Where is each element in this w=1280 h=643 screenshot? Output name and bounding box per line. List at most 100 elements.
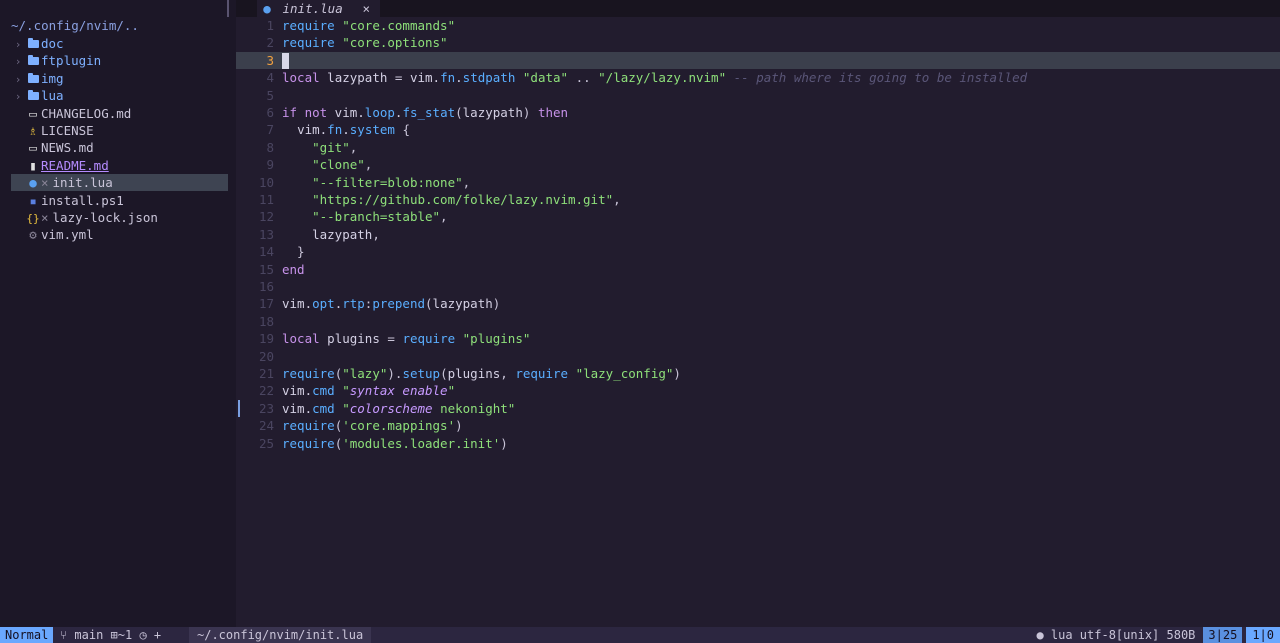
filetype-encoding: ● lua utf-8[unix] 580B — [1036, 628, 1196, 642]
line-number: 17 — [258, 296, 274, 312]
tab-close-button[interactable]: × — [362, 0, 370, 17]
code-line[interactable]: 14 } — [236, 243, 1280, 260]
line-number: 15 — [258, 261, 274, 277]
tree-item-label: NEWS.md — [41, 140, 94, 156]
code-line[interactable]: 7 vim.fn.system { — [236, 121, 1280, 138]
tree-item-init-lua[interactable]: ● × init.lua — [11, 174, 228, 192]
readme-icon: ▮ — [29, 157, 37, 173]
code-line[interactable]: 25 require('modules.loader.init') — [236, 435, 1280, 452]
line-number: 11 — [258, 192, 274, 207]
tree-item-label: doc — [41, 36, 64, 51]
code-line[interactable]: 2 require "core.options" — [236, 34, 1280, 51]
tree-item-changelog-md[interactable]: ▭ CHANGELOG.md — [11, 105, 228, 122]
file-path: ~/.config/nvim/init.lua — [189, 627, 372, 643]
explorer-root-path[interactable]: ~/.config/nvim/.. — [11, 17, 139, 34]
lua-icon: ● — [29, 175, 37, 191]
tree-item-label: LICENSE — [41, 123, 94, 138]
code-text: "--filter=blob:none", — [312, 174, 471, 190]
tab-label: init.lua — [282, 1, 343, 16]
chevron-right-icon: › — [14, 38, 22, 51]
line-number: 16 — [258, 279, 274, 294]
folder-shape — [27, 72, 39, 83]
code-text: if not vim.loop.fs_stat(lazypath) then — [282, 105, 569, 120]
code-line[interactable]: 6 if not vim.loop.fs_stat(lazypath) then — [236, 104, 1280, 121]
tree-item-news-md[interactable]: ▭ NEWS.md — [11, 139, 228, 156]
line-number: 8 — [266, 139, 274, 155]
code-text: vim.cmd "colorscheme nekonight" — [282, 400, 516, 416]
tree-item-install-ps1[interactable]: ▪ install.ps1 — [11, 192, 228, 209]
code-text: "https://github.com/folke/lazy.nvim.git"… — [312, 192, 621, 207]
powershell-icon: ▪ — [29, 192, 37, 208]
tree-item-ftplugin[interactable]: › ftplugin — [11, 52, 228, 69]
code-text: require "core.commands" — [282, 18, 456, 33]
folder-icon — [25, 87, 41, 104]
folder-shape — [27, 55, 39, 66]
json-icon: {} — [26, 212, 40, 225]
code-text: local plugins = require "plugins" — [282, 331, 531, 347]
code-line[interactable]: 12 "--branch=stable", — [236, 208, 1280, 225]
code-line[interactable]: 11 "https://github.com/folke/lazy.nvim.g… — [236, 191, 1280, 208]
folder-icon — [25, 70, 41, 87]
code-line[interactable]: 13 lazypath, — [236, 226, 1280, 243]
tree-item-label: vim.yml — [41, 227, 94, 243]
markdown-icon: ▭ — [29, 105, 37, 121]
tree-item-lua[interactable]: › lua — [11, 87, 228, 104]
code-text: vim.cmd "syntax enable" — [282, 383, 456, 399]
code-line[interactable]: 3 — [236, 51, 1280, 70]
line-number: 24 — [258, 418, 274, 434]
code-line[interactable]: 15 end — [236, 261, 1280, 278]
cursor-column: 1|0 — [1246, 627, 1280, 643]
line-number: 25 — [258, 435, 274, 451]
code-line[interactable]: 21 require("lazy").setup(plugins, require… — [236, 365, 1280, 382]
line-number: 19 — [258, 331, 274, 347]
tab-init-lua[interactable]: ● init.lua × — [257, 0, 380, 17]
folder-icon — [25, 52, 41, 69]
code-line[interactable]: 8 "git", — [236, 139, 1280, 156]
cursor-position: 3|25 — [1203, 627, 1243, 643]
tree-item-doc[interactable]: › doc — [11, 35, 228, 52]
code-line[interactable]: 18 — [236, 313, 1280, 330]
code-line[interactable]: 17 vim.opt.rtp:prepend(lazypath) — [236, 295, 1280, 312]
markdown-icon: ▭ — [29, 140, 37, 156]
folder-shape — [27, 38, 39, 48]
status-line: Normal ⑂ main ⊞~1 ◷ + ~/.config/nvim/ini… — [0, 627, 1280, 643]
tree-item-vim-yml[interactable]: ⚙ vim.yml — [11, 226, 228, 243]
tree-item-lazy-lock-json[interactable]: {}× lazy-lock.json — [11, 209, 228, 226]
status-right: ● lua utf-8[unix] 580B 3|25 1|0 — [1036, 627, 1280, 643]
git-branch-status: ⑂ main ⊞~1 ◷ + — [60, 628, 162, 642]
code-line[interactable]: 4 local lazypath = vim.fn.stdpath "data" … — [236, 69, 1280, 86]
tree-item-license[interactable]: ♗ LICENSE — [11, 122, 228, 139]
code-line[interactable]: 23 vim.cmd "colorscheme nekonight" — [236, 399, 1280, 417]
code-line[interactable]: 10 "--filter=blob:none", — [236, 174, 1280, 191]
tree-item-label: init.lua — [52, 175, 113, 191]
code-line[interactable]: 22 vim.cmd "syntax enable" — [236, 382, 1280, 399]
tree-item-label: ftplugin — [41, 53, 102, 69]
line-number: 5 — [266, 87, 274, 103]
code-line[interactable]: 24 require('core.mappings') — [236, 417, 1280, 434]
code-text: require('modules.loader.init') — [282, 435, 508, 451]
code-line[interactable]: 16 — [236, 278, 1280, 295]
tree-item-img[interactable]: › img — [11, 70, 228, 87]
lua-icon: ● — [263, 1, 271, 16]
tree-item-readme-md[interactable]: ▮ README.md — [11, 157, 228, 174]
tree-item-label: lazy-lock.json — [52, 210, 158, 225]
code-line[interactable]: 19 local plugins = require "plugins" — [236, 330, 1280, 347]
code-text: require("lazy").setup(plugins, require "… — [282, 366, 681, 381]
window-separator — [227, 0, 229, 17]
mode-indicator: Normal — [0, 627, 54, 643]
line-number: 7 — [266, 122, 274, 138]
code-line[interactable]: 9 "clone", — [236, 156, 1280, 173]
tree-item-label: lua — [41, 88, 64, 104]
chevron-right-icon: › — [14, 90, 22, 104]
code-line[interactable]: 1 require "core.commands" — [236, 17, 1280, 34]
code-line[interactable]: 5 — [236, 87, 1280, 104]
line-number: 13 — [258, 226, 274, 242]
code-line[interactable]: 20 — [236, 348, 1280, 365]
line-number: 9 — [266, 157, 274, 173]
code-editor[interactable]: 1 require "core.commands" 2 require "core.o… — [236, 17, 1280, 627]
line-number: 3 — [266, 52, 274, 68]
line-number: 4 — [266, 70, 274, 86]
tree-item-label: install.ps1 — [41, 192, 124, 208]
code-text: lazypath, — [312, 226, 380, 242]
file-explorer: ~/.config/nvim/.. › doc › ftplugin › img › lua ▭… — [0, 0, 236, 627]
